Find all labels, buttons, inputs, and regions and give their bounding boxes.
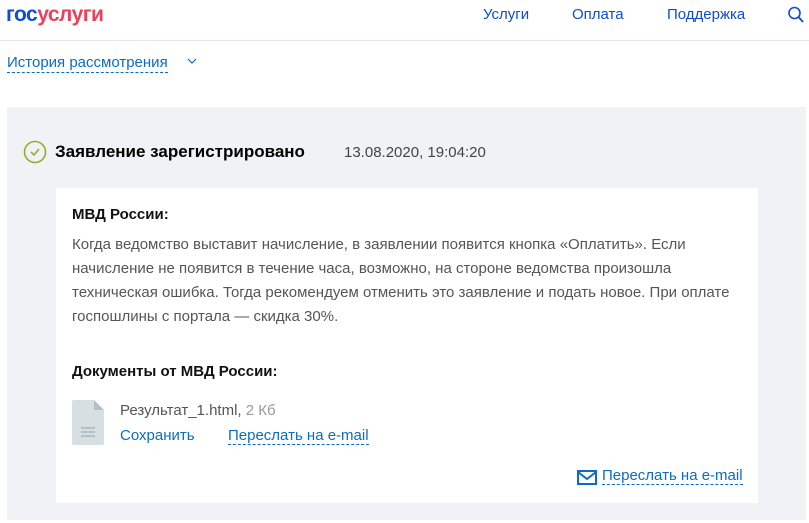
history-event-panel: Заявление зарегистрировано 13.08.2020, 1…	[7, 107, 806, 520]
chevron-down-icon[interactable]	[186, 56, 198, 66]
logo-part2: услуги	[37, 3, 104, 26]
event-status: Заявление зарегистрировано	[55, 142, 305, 161]
file-icon	[72, 400, 104, 445]
event-date: 13.08.2020, 19:04:20	[344, 144, 486, 161]
file-size: 2 Кб	[245, 402, 276, 419]
file-name-text: Результат_1.html,	[120, 402, 242, 419]
history-toggle[interactable]: История рассмотрения	[7, 54, 168, 73]
header: госуслуги Услуги Оплата Поддержка	[0, 0, 809, 41]
file-name: Результат_1.html, 2 Кб	[120, 402, 276, 419]
search-icon[interactable]	[788, 6, 804, 24]
event-card: МВД России: Когда ведомство выставит нач…	[56, 188, 758, 503]
nav-support[interactable]: Поддержка	[667, 6, 745, 23]
save-file-link[interactable]: Сохранить	[120, 427, 195, 444]
nav-payment[interactable]: Оплата	[572, 6, 624, 23]
gosuslugi-logo[interactable]: госуслуги	[6, 3, 104, 27]
logo-part1: гос	[6, 3, 38, 26]
nav-services[interactable]: Услуги	[483, 6, 529, 23]
documents-title: Документы от МВД России:	[72, 363, 278, 380]
event-message: Когда ведомство выставит начисление, в з…	[72, 236, 730, 325]
org-name: МВД России:	[72, 206, 169, 223]
forward-file-email-link[interactable]: Переслать на e-mail	[228, 427, 369, 445]
mail-icon[interactable]	[577, 470, 597, 485]
check-circle-icon	[23, 140, 47, 164]
forward-all-email-link[interactable]: Переслать на e-mail	[602, 467, 743, 485]
